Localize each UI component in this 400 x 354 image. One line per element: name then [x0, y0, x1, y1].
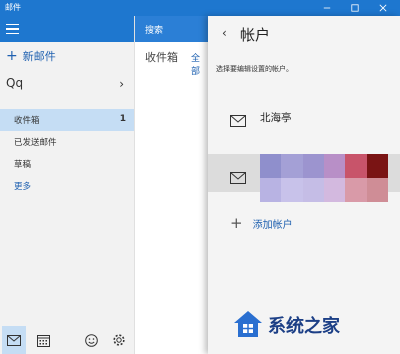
folder-label: 草稿 — [14, 160, 32, 170]
account-name: Qq — [6, 76, 24, 90]
smiley-icon — [84, 333, 98, 347]
message-list-pane: 搜索 收件箱 全部 — [134, 16, 209, 354]
redacted-account-name — [260, 154, 388, 202]
maximize-icon — [351, 4, 359, 12]
folder-inbox[interactable]: 收件箱 1 — [0, 109, 134, 131]
settings-nav-button[interactable] — [108, 330, 130, 350]
blur-cell — [302, 154, 324, 178]
nav-bottom-bar — [0, 326, 134, 354]
gear-icon — [113, 334, 125, 346]
search-label: 搜索 — [145, 26, 164, 36]
folder-label: 收件箱 — [14, 116, 40, 126]
filter-dropdown[interactable]: 全部 — [191, 51, 208, 77]
add-account-button[interactable]: + 添加帐户 — [230, 214, 293, 232]
mail-nav-button[interactable] — [2, 326, 26, 354]
search-box[interactable]: 搜索 — [135, 16, 209, 42]
account-name: 北海亭 — [260, 112, 292, 124]
mail-icon — [230, 115, 246, 127]
account-row[interactable]: 北海亭 — [208, 102, 400, 140]
new-mail-label: 新邮件 — [22, 50, 56, 63]
plus-icon: + — [6, 48, 18, 64]
new-mail-button[interactable]: + 新邮件 — [6, 48, 56, 64]
folder-more[interactable]: 更多 — [0, 175, 134, 197]
close-icon — [379, 4, 387, 12]
back-chevron-icon[interactable]: ‹ — [222, 26, 227, 40]
mail-icon — [230, 172, 246, 184]
blur-cell — [260, 178, 282, 202]
minimize-button[interactable] — [314, 0, 340, 16]
accounts-panel: ‹ 帐户 选择要编辑设置的帐户。 北海亭 + 添加帐户 — [208, 16, 400, 354]
calendar-nav-button[interactable] — [32, 330, 54, 350]
watermark-text: 系统之家 — [268, 316, 340, 337]
blur-cell — [260, 154, 282, 178]
folder-drafts[interactable]: 草稿 — [0, 153, 134, 175]
account-selector[interactable]: Qq › — [6, 76, 130, 92]
blur-cell — [281, 178, 303, 202]
window-title: 邮件 — [5, 3, 21, 12]
current-folder-title: 收件箱 — [145, 51, 178, 64]
nav-header — [0, 16, 134, 42]
blur-cell — [345, 178, 367, 202]
folder-label: 已发送邮件 — [14, 138, 57, 148]
blur-cell — [302, 178, 324, 202]
watermark: 系统之家 — [228, 306, 398, 346]
title-bar: 邮件 — [0, 0, 400, 16]
house-logo-icon — [234, 311, 262, 337]
blur-cell — [324, 178, 346, 202]
blur-cell — [345, 154, 367, 178]
folder-label: 更多 — [14, 182, 32, 192]
close-button[interactable] — [370, 0, 396, 16]
plus-icon: + — [230, 214, 243, 232]
folder-sent[interactable]: 已发送邮件 — [0, 131, 134, 153]
navigation-pane: + 新邮件 Qq › 收件箱 1 已发送邮件 草稿 更多 — [0, 16, 134, 354]
panel-subtitle: 选择要编辑设置的帐户。 — [216, 65, 293, 73]
mail-icon — [7, 334, 21, 346]
blur-cell — [324, 154, 346, 178]
add-account-label: 添加帐户 — [252, 220, 293, 231]
panel-title: 帐户 — [240, 26, 271, 44]
blur-cell — [366, 178, 388, 202]
minimize-icon — [323, 7, 331, 9]
calendar-icon — [36, 334, 50, 347]
maximize-button[interactable] — [342, 0, 368, 16]
hamburger-menu-icon[interactable] — [6, 24, 20, 35]
feedback-nav-button[interactable] — [80, 330, 102, 350]
blur-cell — [366, 154, 388, 178]
unread-count: 1 — [119, 114, 126, 124]
account-row[interactable] — [208, 154, 400, 202]
chevron-right-icon: › — [119, 77, 124, 91]
blur-cell — [281, 154, 303, 178]
